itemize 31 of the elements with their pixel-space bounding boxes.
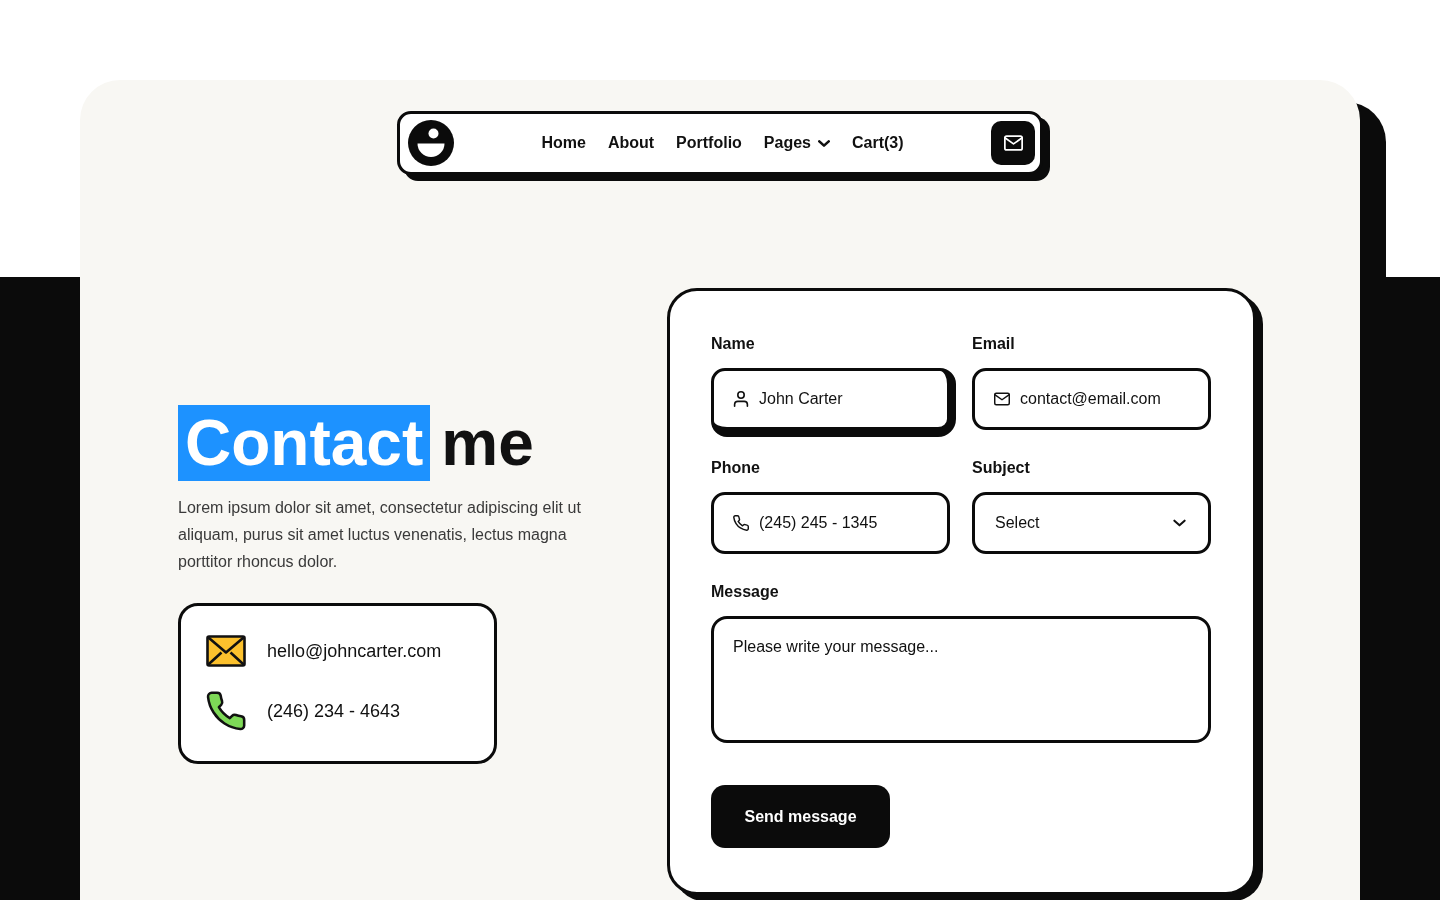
nav-link[interactable]: Portfolio bbox=[676, 131, 742, 155]
field-label: Name bbox=[711, 334, 756, 354]
heading-word: me bbox=[441, 406, 534, 481]
phone-number-text: (246) 234 - 4643 bbox=[267, 699, 401, 723]
nav-link[interactable]: Home bbox=[541, 131, 586, 155]
person-icon bbox=[733, 391, 749, 407]
nav-dropdown[interactable]: Pages bbox=[763, 131, 830, 155]
chevron-down-icon bbox=[1173, 519, 1186, 527]
message-field[interactable]: Please write your message... bbox=[711, 616, 1211, 743]
chevron-down-icon bbox=[818, 139, 830, 147]
nav-link[interactable]: Cart(3) bbox=[852, 131, 904, 155]
smiley-logo-icon[interactable] bbox=[408, 120, 454, 166]
field-label: Message bbox=[711, 582, 780, 602]
subject-select[interactable]: Select bbox=[972, 492, 1211, 554]
send-message-button[interactable]: Send message bbox=[711, 785, 890, 848]
phone-field[interactable]: (245) 245 - 1345 bbox=[711, 492, 950, 554]
description-text: Lorem ipsum dolor sit amet, consectetur adipiscing elit ut aliquam, purus sit amet luctus venenatis, lectus magna porttitor rhoncus dolor. bbox=[178, 498, 582, 572]
field-label: Phone bbox=[711, 458, 761, 478]
email-address-text: hello@johncarter.com bbox=[267, 639, 442, 663]
envelope-icon bbox=[994, 391, 1010, 407]
highlighted-heading-word: Contact bbox=[178, 405, 431, 481]
name-field[interactable]: John Carter bbox=[711, 368, 956, 437]
phone-icon bbox=[206, 691, 246, 731]
phone-icon bbox=[733, 515, 749, 531]
nav-link[interactable]: About bbox=[607, 131, 655, 155]
envelope-icon bbox=[1003, 135, 1023, 151]
field-label: Email bbox=[972, 334, 1016, 354]
field-label: Subject bbox=[972, 458, 1031, 478]
envelope-icon bbox=[206, 635, 246, 667]
email-field[interactable]: contact@email.com bbox=[972, 368, 1211, 430]
mail-button[interactable] bbox=[991, 121, 1035, 165]
